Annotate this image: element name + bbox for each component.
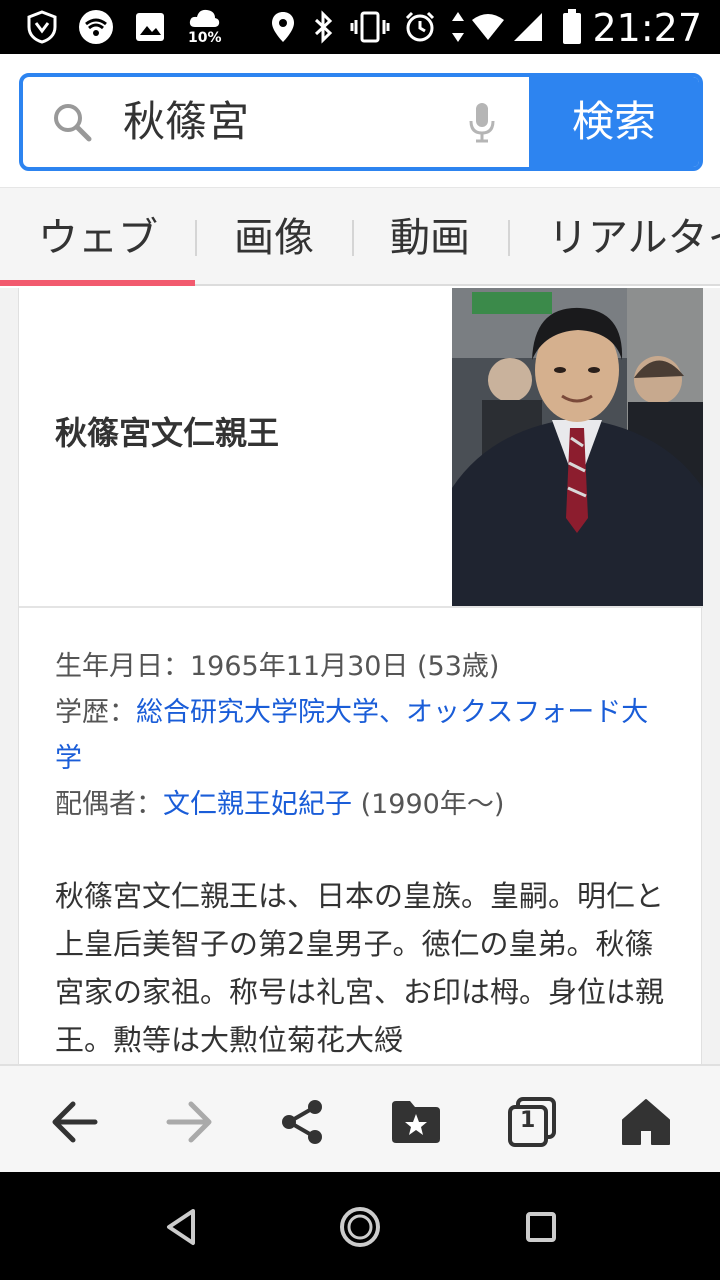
- search-header: 秋篠宮 検索: [0, 54, 720, 188]
- education-separator: 、: [379, 697, 406, 728]
- battery-icon: [560, 8, 584, 46]
- image-icon: [132, 8, 168, 46]
- bookmark-folder-icon[interactable]: [386, 1092, 446, 1152]
- results-area: 秋篠宮文仁親王 生年月日：1965年11月30日 (53歳) 学歴：総合研究大学…: [0, 288, 720, 1064]
- fact-label: 配偶者：: [55, 789, 163, 820]
- shield-app-icon: [24, 8, 60, 46]
- search-tabs: ウェブ 画像 動画 リアルタイ: [0, 188, 720, 286]
- knowledge-card: 秋篠宮文仁親王 生年月日：1965年11月30日 (53歳) 学歴：総合研究大学…: [18, 288, 703, 1064]
- fact-label: 生年月日：: [55, 651, 190, 682]
- search-icon: [51, 101, 93, 147]
- nav-back-icon[interactable]: [156, 1202, 206, 1252]
- card-title[interactable]: 秋篠宮文仁親王: [55, 408, 279, 454]
- cell-signal-icon: [510, 8, 546, 46]
- tab-separator: [195, 220, 197, 256]
- vibrate-icon: [350, 8, 390, 46]
- fact-birthdate: 生年月日：1965年11月30日 (53歳): [55, 644, 665, 690]
- fact-value: 1965年11月30日 (53歳): [190, 651, 500, 682]
- weather-icon: [186, 4, 222, 32]
- tab-separator: [508, 220, 510, 256]
- tab-videos[interactable]: 動画: [390, 188, 470, 286]
- microphone-icon[interactable]: [467, 101, 497, 149]
- browser-toolbar: 1: [0, 1064, 720, 1172]
- facts-list: 生年月日：1965年11月30日 (53歳) 学歴：総合研究大学院大学、オックス…: [55, 644, 665, 828]
- system-nav-bar: [0, 1172, 720, 1280]
- tabs-icon[interactable]: 1: [502, 1092, 562, 1152]
- bluetooth-icon: [308, 8, 338, 46]
- share-icon[interactable]: [272, 1092, 332, 1152]
- status-bar: 10% 21:27: [0, 0, 720, 54]
- forward-icon[interactable]: [160, 1092, 220, 1152]
- portrait-photo[interactable]: [452, 288, 703, 606]
- back-icon[interactable]: [44, 1092, 104, 1152]
- tab-images[interactable]: 画像: [234, 188, 314, 286]
- fact-spouse: 配偶者：文仁親王妃紀子 (1990年〜): [55, 782, 665, 828]
- tab-realtime[interactable]: リアルタイ: [548, 188, 720, 286]
- wifi-icon: [76, 8, 116, 46]
- alarm-icon: [402, 8, 438, 46]
- home-icon[interactable]: [616, 1092, 676, 1152]
- card-divider: [19, 606, 703, 608]
- fact-value: (1990年〜): [352, 789, 505, 820]
- fact-label: 学歴：: [55, 697, 136, 728]
- search-input[interactable]: 秋篠宮: [123, 77, 463, 167]
- nav-home-icon[interactable]: [335, 1202, 385, 1252]
- card-description: 秋篠宮文仁親王は、日本の皇族。皇嗣。明仁と上皇后美智子の第2皇男子。徳仁の皇弟。…: [55, 879, 665, 1057]
- active-tab-indicator: [0, 280, 195, 286]
- battery-saver-text: 10%: [188, 30, 222, 46]
- search-button[interactable]: 検索: [529, 77, 699, 167]
- spouse-link[interactable]: 文仁親王妃紀子: [163, 789, 352, 820]
- education-link[interactable]: 総合研究大学院大学: [136, 697, 379, 728]
- tab-separator: [352, 220, 354, 256]
- tab-web[interactable]: ウェブ: [38, 188, 158, 286]
- fact-education: 学歴：総合研究大学院大学、オックスフォード大学: [55, 690, 665, 782]
- clock: 21:27: [592, 6, 702, 50]
- location-icon: [268, 8, 298, 46]
- data-arrows-icon: [448, 8, 468, 46]
- search-box: 秋篠宮 検索: [19, 73, 703, 171]
- tabs-count: 1: [520, 1108, 536, 1133]
- nav-recents-icon[interactable]: [516, 1202, 566, 1252]
- wifi-signal-icon: [470, 8, 506, 46]
